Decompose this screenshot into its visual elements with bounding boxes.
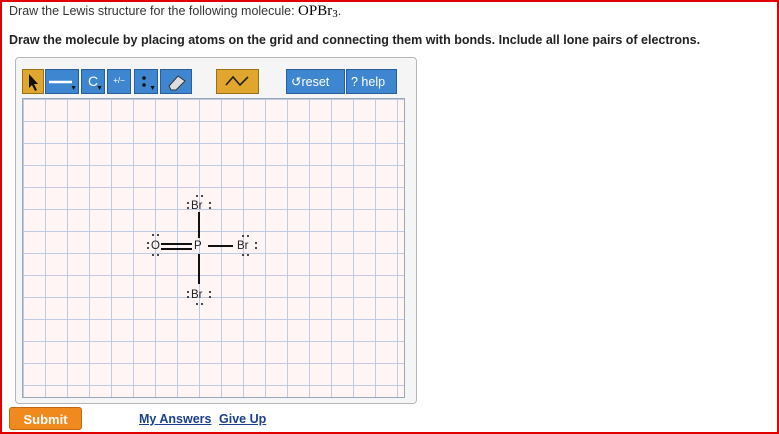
lone-pair-dot (242, 235, 244, 237)
lone-pair-dot (209, 291, 211, 293)
atom-o[interactable]: O (151, 240, 160, 252)
lone-pair-dot (157, 234, 159, 236)
question-prefix: Draw the Lewis structure for the followi… (9, 4, 299, 18)
atom-br-bottom[interactable]: Br (191, 289, 203, 301)
lone-pair-dot (187, 291, 189, 293)
bond-p-br-top[interactable] (198, 212, 200, 238)
chevron-down-icon: ▼ (96, 85, 103, 92)
select-tool-button[interactable] (22, 69, 44, 94)
lone-pair-dot (152, 254, 154, 256)
lone-pair-dot (187, 207, 189, 209)
lone-pair-dot (247, 254, 249, 256)
eraser-tool-button[interactable] (160, 69, 192, 94)
chevron-down-icon: ▼ (149, 85, 156, 92)
question-text: Draw the Lewis structure for the followi… (9, 3, 341, 20)
lone-pair-dot (187, 296, 189, 298)
lone-pair-dot (147, 242, 149, 244)
arrow-icon (29, 74, 38, 91)
drawing-grid[interactable]: Br O P Br Br (22, 98, 405, 398)
lone-pair-dot (152, 234, 154, 236)
atom-p[interactable]: P (194, 240, 202, 252)
carbon-atom-button[interactable]: C ▼ (81, 69, 105, 94)
chevron-down-icon: ▼ (70, 85, 77, 92)
lone-pair-dot (201, 195, 203, 197)
bond-p-br-bottom[interactable] (198, 254, 200, 284)
my-answers-link[interactable]: My Answers (139, 412, 211, 426)
charge-tool-button[interactable]: +/− (107, 69, 131, 94)
bond-p-br-right[interactable] (208, 245, 233, 247)
eraser-icon (168, 75, 186, 91)
lone-pair-dot (247, 235, 249, 237)
lone-pair-dot (201, 303, 203, 305)
lone-pair-dot (209, 296, 211, 298)
cleanup-tool-button[interactable] (216, 69, 259, 94)
give-up-link[interactable]: Give Up (219, 412, 266, 426)
zigzag-icon (225, 75, 249, 87)
lone-pair-dot (196, 195, 198, 197)
lone-pair-dot (187, 202, 189, 204)
lone-pair-dot (196, 303, 198, 305)
lone-pair-tool-button[interactable]: ▼ (134, 69, 158, 94)
bond-o-p-1[interactable] (161, 243, 192, 245)
molecule-editor: ▼ C ▼ +/− ▼ ↺reset ? help N LP RS (15, 57, 417, 404)
reset-button[interactable]: ↺reset (286, 69, 345, 94)
lone-pair-dot (147, 247, 149, 249)
formula-main: OPBr (298, 3, 333, 19)
atom-br-top[interactable]: Br (191, 200, 203, 212)
charge-label: +/− (113, 76, 125, 85)
molecule-formula: OPBr3 (298, 3, 338, 20)
lone-pair-dot (157, 254, 159, 256)
lone-pair-dot (255, 247, 257, 249)
bond-o-p-2[interactable] (161, 248, 192, 250)
lone-pair-dot (242, 254, 244, 256)
lone-pair-dot (255, 242, 257, 244)
lone-pair-dot (209, 202, 211, 204)
question-suffix: . (337, 4, 342, 18)
submit-button[interactable]: Submit (9, 407, 82, 430)
atom-br-right[interactable]: Br (237, 240, 249, 252)
lone-pair-dot (209, 207, 211, 209)
bond-tool-button[interactable]: ▼ (45, 69, 79, 94)
help-button[interactable]: ? help (346, 69, 397, 94)
instructions: Draw the molecule by placing atoms on th… (9, 33, 701, 47)
